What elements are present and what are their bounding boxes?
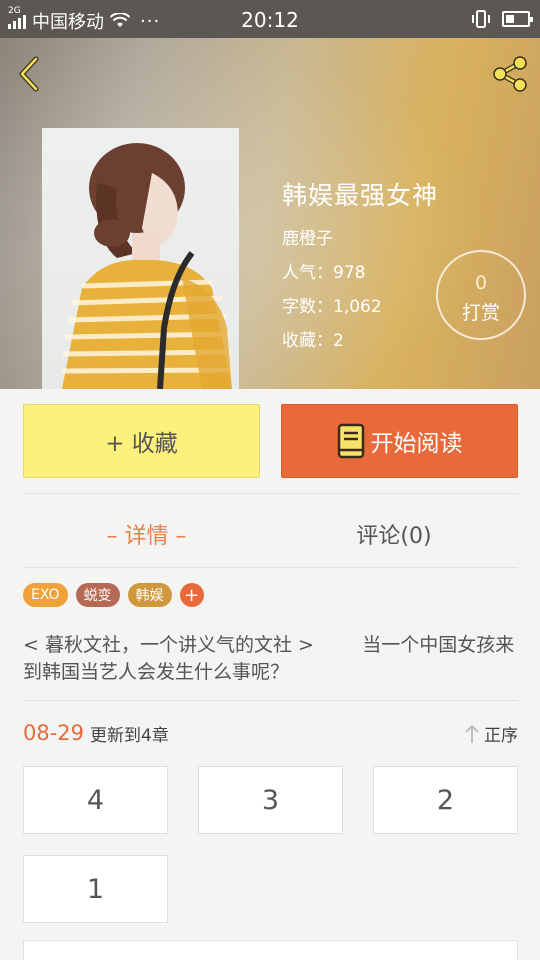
book-favorites: 收藏：2 <box>282 331 344 351</box>
tag-exo[interactable]: EXO <box>23 583 68 607</box>
chapter-item[interactable]: 1 <box>23 855 168 923</box>
book-title: 韩娱最强女神 <box>282 181 439 210</box>
tab-comments[interactable]: 评论(0) <box>270 514 518 554</box>
add-to-favorites-label: + 收藏 <box>105 431 178 457</box>
tip-button[interactable]: 0 打赏 <box>436 250 526 340</box>
tip-label: 打赏 <box>461 302 500 324</box>
add-tag-button[interactable]: + <box>179 583 204 607</box>
update-row: 08-29 更新到4章 正序 <box>23 718 518 748</box>
share-icon[interactable] <box>490 54 530 94</box>
back-arrow-icon[interactable] <box>14 54 44 94</box>
arrow-up-icon <box>465 724 479 743</box>
book-description: < 暮秋文社，一个讲义气的文社 > 当一个中国女孩来到韩国当艺人会发生什么事呢？ <box>23 634 515 683</box>
tip-count: 0 <box>474 272 488 294</box>
tag-korean-entertainment[interactable]: 韩娱 <box>127 583 172 607</box>
battery-icon <box>502 11 533 27</box>
book-word-count: 字数：1,062 <box>282 297 382 317</box>
sort-order-label: 正序 <box>484 726 518 746</box>
status-bar: 2G 中国移动 ··· 20:12 <box>0 0 540 38</box>
add-to-favorites-button[interactable]: + 收藏 <box>23 404 260 478</box>
book-header: 2G 中国移动 ··· 20:12 韩娱最强女神 鹿橙子 人气：978 字数：1… <box>0 0 540 389</box>
tag-list: EXO 蜕变 韩娱 + <box>23 583 204 607</box>
book-info: 韩娱最强女神 鹿橙子 人气：978 字数：1,062 收藏：2 <box>282 176 438 360</box>
divider <box>23 700 518 701</box>
tag-transformation[interactable]: 蜕变 <box>75 583 120 607</box>
start-reading-label: 开始阅读 <box>370 431 463 457</box>
book-cover-image <box>42 128 239 389</box>
update-text: 更新到4章 <box>90 725 169 746</box>
vibrate-icon <box>472 10 490 28</box>
book-author[interactable]: 鹿橙子 <box>282 224 438 249</box>
start-reading-button[interactable]: 开始阅读 <box>281 404 518 478</box>
divider <box>23 567 518 568</box>
clock: 20:12 <box>241 8 299 32</box>
book-icon <box>337 423 364 459</box>
content-card <box>23 940 518 960</box>
tab-detail[interactable]: – 详情 – <box>23 514 270 554</box>
chapter-item[interactable]: 2 <box>373 766 518 834</box>
chapter-item[interactable]: 3 <box>198 766 343 834</box>
sort-order-button[interactable]: 正序 <box>464 721 518 746</box>
book-popularity: 人气：978 <box>282 263 366 283</box>
update-date: 08-29 <box>23 721 85 745</box>
chapter-item[interactable]: 4 <box>23 766 168 834</box>
divider <box>23 493 518 494</box>
